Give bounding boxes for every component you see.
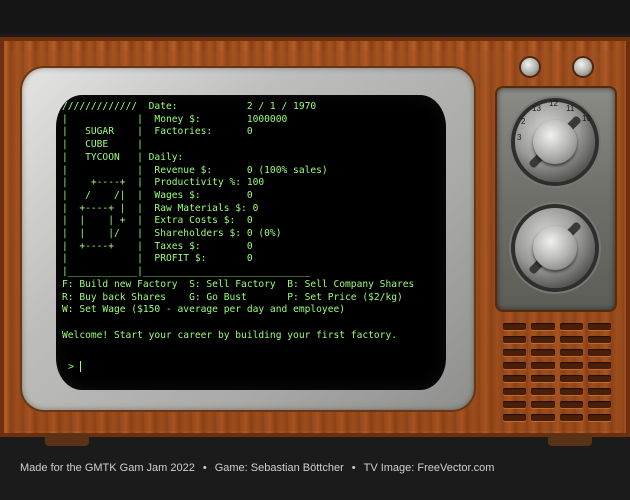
grille-slot: [559, 336, 583, 343]
grille-slot: [503, 375, 527, 382]
terminal-line: | CUBE |: [62, 139, 143, 151]
tv-foot-right: [548, 434, 592, 446]
grille-slot: [559, 323, 583, 330]
terminal-line: ///////////// Date: 2 / 1 / 1970: [62, 101, 317, 112]
footer-credits: Made for the GMTK Gam Jam 2022 • Game: Seb…: [20, 462, 494, 474]
grille-slot: [531, 401, 555, 408]
dial-number: 2: [521, 117, 526, 126]
grille-slot: [587, 336, 611, 343]
grille-slot: [587, 349, 611, 356]
terminal-line: Welcome! Start your career by building y…: [62, 329, 398, 341]
dial-number: 11: [566, 104, 575, 113]
grille-slot: [531, 362, 555, 369]
terminal-line: | +----+ | Taxes $: 0: [62, 240, 253, 252]
small-knob-left: [521, 58, 539, 76]
command-prompt[interactable]: >: [68, 361, 82, 373]
grille-slot: [531, 414, 555, 421]
dial-number: 10: [582, 114, 591, 123]
grille-slot: [503, 388, 527, 395]
grille-slot: [531, 388, 555, 395]
terminal-line: |____________|__________________________…: [62, 266, 311, 278]
terminal-line: | SUGAR | Factories: 0: [62, 126, 253, 138]
grille-slot: [587, 414, 611, 421]
grille-slot: [531, 349, 555, 356]
grille-slot: [587, 323, 611, 330]
speaker-grille: [499, 319, 615, 423]
grille-slot: [587, 362, 611, 369]
dial-number: 13: [532, 104, 541, 113]
text-cursor: [80, 361, 82, 372]
terminal-output: ///////////// Date: 2 / 1 / 1970 | | Mon…: [62, 101, 414, 342]
game-screen[interactable]: ///////////// Date: 2 / 1 / 1970 | | Mon…: [56, 95, 446, 390]
terminal-line: | | Revenue $: 0 (100% sales): [62, 164, 328, 176]
grille-slot: [587, 401, 611, 408]
grille-slot: [503, 349, 527, 356]
volume-dial: [515, 208, 595, 288]
grille-slot: [559, 375, 583, 382]
terminal-line: | | |/ | Shareholders $: 0 (0%): [62, 228, 282, 240]
grille-slot: [503, 336, 527, 343]
terminal-line: | / /| | Wages $: 0: [62, 189, 253, 201]
separator: •: [202, 462, 207, 474]
terminal-line: | | | + | Extra Costs $: 0: [62, 215, 253, 227]
terminal-line: | TYCOON | Daily:: [62, 151, 184, 163]
tv-foot-left: [45, 434, 89, 446]
grille-slot: [531, 336, 555, 343]
terminal-line: F: Build new Factory S: Sell Factory B: …: [62, 278, 415, 290]
separator: •: [351, 462, 356, 474]
credit-jam: Made for the GMTK Gam Jam 2022: [20, 462, 195, 474]
grille-slot: [587, 375, 611, 382]
grille-slot: [559, 388, 583, 395]
credit-image: TV Image: FreeVector.com: [363, 462, 495, 474]
grille-slot: [531, 323, 555, 330]
credit-game: Game: Sebastian Böttcher: [214, 462, 344, 474]
grille-slot: [503, 362, 527, 369]
terminal-line: | | Money $: 1000000: [62, 113, 288, 125]
terminal-line: R: Buy back Shares G: Go Bust P: Set Pri…: [62, 291, 403, 303]
terminal-line: | +----+ | Productivity %: 100: [62, 177, 265, 189]
terminal-line: W: Set Wage ($150 - average per day and …: [62, 304, 346, 316]
grille-slot: [559, 401, 583, 408]
terminal-line: | | PROFIT $: 0: [62, 253, 253, 265]
grille-slot: [587, 388, 611, 395]
grille-slot: [559, 349, 583, 356]
grille-slot: [559, 362, 583, 369]
prompt-symbol: >: [68, 361, 75, 373]
small-knob-right: [574, 58, 592, 76]
grille-slot: [503, 401, 527, 408]
grille-slot: [503, 323, 527, 330]
dial-knob: [533, 120, 577, 164]
grille-slot: [531, 375, 555, 382]
grille-slot: [503, 414, 527, 421]
dial-number: 3: [517, 133, 522, 142]
grille-slot: [559, 414, 583, 421]
top-bar: [0, 0, 630, 33]
dial-number: 12: [549, 99, 558, 108]
dial-knob: [533, 226, 577, 270]
terminal-line: | +----+ | | Raw Materials $: 0: [62, 202, 259, 214]
